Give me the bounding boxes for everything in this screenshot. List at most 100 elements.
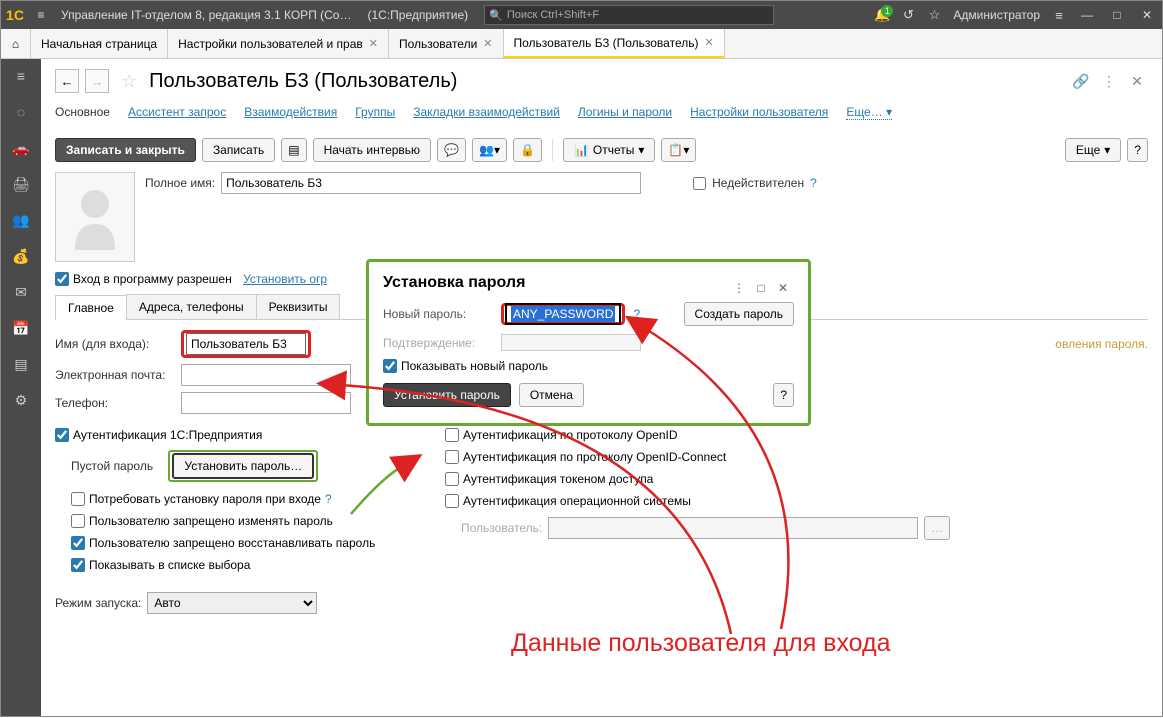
nav-interactions[interactable]: Взаимодействия [244, 105, 337, 120]
save-button[interactable]: Записать [202, 138, 275, 162]
launch-mode-select[interactable]: Авто [147, 592, 317, 614]
os-auth-checkbox[interactable] [445, 494, 459, 508]
card-icon-button[interactable]: ▤ [281, 138, 306, 162]
favorites-icon[interactable]: ☆ [921, 7, 947, 23]
cancel-button[interactable]: Отмена [519, 383, 584, 407]
dialog-help-button[interactable]: ? [773, 383, 794, 407]
app-logo: 1C [1, 7, 29, 23]
nav-main[interactable]: Основное [55, 105, 110, 120]
dialog-close-icon[interactable]: ✕ [772, 281, 794, 295]
nav-back-button[interactable]: ← [55, 69, 79, 93]
product-name: (1С:Предприятие) [359, 8, 476, 22]
settings-icon[interactable]: ≡ [1046, 8, 1072, 23]
show-pw-checkbox[interactable] [383, 359, 397, 373]
sidebar-menu-icon[interactable]: ≡ [10, 65, 32, 87]
sidebar-print-icon[interactable]: 🖨 [10, 173, 32, 195]
subtab-requisites[interactable]: Реквизиты [256, 294, 341, 319]
dialog-maximize-icon[interactable]: □ [750, 281, 772, 295]
sidebar-calendar-icon[interactable]: 📅 [10, 317, 32, 339]
nav-logins[interactable]: Логины и пароли [578, 105, 672, 120]
window-close[interactable]: ✕ [1132, 8, 1162, 22]
link-icon[interactable]: 🔗 [1070, 73, 1092, 90]
create-password-button[interactable]: Создать пароль [684, 302, 794, 326]
os-auth-label: Аутентификация операционной системы [463, 494, 691, 508]
login-input[interactable] [186, 333, 306, 355]
team-icon-button[interactable]: 👥▾ [472, 138, 507, 162]
close-icon[interactable]: ✕ [483, 37, 492, 50]
inactive-help-icon[interactable]: ? [810, 176, 817, 190]
tab-user-b3[interactable]: Пользователь Б3 (Пользователь)✕ [504, 29, 725, 58]
notifications-icon[interactable]: 🔔1 [869, 7, 895, 23]
inactive-checkbox[interactable] [693, 177, 706, 190]
new-password-input[interactable]: ANY_PASSWORD [505, 303, 621, 325]
openid-connect-checkbox[interactable] [445, 450, 459, 464]
lock-icon-button[interactable]: 🔒 [513, 138, 542, 162]
nav-assistant[interactable]: Ассистент запрос [128, 105, 226, 120]
forbid-change-label: Пользователю запрещено изменять пароль [89, 514, 333, 528]
annotation-text: Данные пользователя для входа [511, 629, 891, 658]
search-icon: 🔍 [489, 9, 503, 22]
home-tab-icon[interactable]: ⌂ [1, 29, 31, 58]
user-label[interactable]: Администратор [947, 8, 1046, 22]
window-maximize[interactable]: □ [1102, 8, 1132, 22]
start-interview-button[interactable]: Начать интервью [313, 138, 432, 162]
sidebar-gear-icon[interactable]: ⚙ [10, 389, 32, 411]
nav-more[interactable]: Еще… ▾ [846, 105, 892, 120]
more-icon[interactable]: ⋮ [1098, 73, 1120, 90]
token-auth-checkbox[interactable] [445, 472, 459, 486]
forbid-restore-checkbox[interactable] [71, 536, 85, 550]
sidebar-mail-icon[interactable]: ✉ [10, 281, 32, 303]
page-header: ← → ☆ Пользователь Б3 (Пользователь) 🔗 ⋮… [55, 69, 1148, 93]
close-icon[interactable]: ✕ [369, 37, 378, 50]
sidebar-group-icon[interactable]: 👥 [10, 209, 32, 231]
sidebar-vehicle-icon[interactable]: 🚗 [10, 137, 32, 159]
nav-user-settings[interactable]: Настройки пользователя [690, 105, 828, 120]
subtab-main[interactable]: Главное [55, 295, 127, 320]
allow-login-checkbox[interactable] [55, 272, 69, 286]
save-close-button[interactable]: Записать и закрыть [55, 138, 196, 162]
sidebar-money-icon[interactable]: 💰 [10, 245, 32, 267]
forbid-restore-label: Пользователю запрещено восстанавливать п… [89, 536, 375, 550]
auth-1c-checkbox[interactable] [55, 428, 69, 442]
chat-icon-button[interactable]: 💬 [437, 138, 466, 162]
help-button[interactable]: ? [1127, 138, 1148, 162]
close-page-icon[interactable]: ✕ [1126, 73, 1148, 90]
tab-start[interactable]: Начальная страница [31, 29, 168, 58]
close-icon[interactable]: ✕ [704, 36, 713, 49]
set-restrictions-link[interactable]: Установить огр [243, 272, 327, 286]
nav-forward-button[interactable]: → [85, 69, 109, 93]
tab-users[interactable]: Пользователи✕ [389, 29, 504, 58]
openid-checkbox[interactable] [445, 428, 459, 442]
nav-groups[interactable]: Группы [355, 105, 395, 120]
empty-pw-label: Пустой пароль [71, 459, 153, 473]
set-password-button[interactable]: Установить пароль… [172, 453, 314, 479]
show-in-list-checkbox[interactable] [71, 558, 85, 572]
dialog-more-icon[interactable]: ⋮ [728, 281, 750, 295]
sidebar-dashboard-icon[interactable]: ◌ [10, 101, 32, 123]
pw-help-icon[interactable]: ? [633, 307, 640, 321]
report-icon-button[interactable]: 📋▾ [661, 138, 696, 162]
avatar[interactable] [55, 172, 135, 262]
favorite-star-icon[interactable]: ☆ [121, 71, 137, 92]
main-menu-icon[interactable]: ≡ [29, 8, 53, 22]
forbid-change-checkbox[interactable] [71, 514, 85, 528]
sidebar-copy-icon[interactable]: ▤ [10, 353, 32, 375]
auth-1c-label: Аутентификация 1С:Предприятия [73, 428, 262, 442]
search-placeholder: Поиск Ctrl+Shift+F [507, 9, 599, 21]
login-highlight [181, 330, 311, 358]
require-pw-checkbox[interactable] [71, 492, 85, 506]
email-input[interactable] [181, 364, 351, 386]
history-icon[interactable]: ↺ [895, 7, 921, 23]
require-pw-help-icon[interactable]: ? [325, 492, 332, 506]
nav-bookmarks[interactable]: Закладки взаимодействий [413, 105, 560, 120]
tab-user-settings[interactable]: Настройки пользователей и прав✕ [168, 29, 389, 58]
global-search-input[interactable]: 🔍 Поиск Ctrl+Shift+F [484, 5, 774, 25]
window-minimize[interactable]: — [1072, 8, 1102, 22]
more-button[interactable]: Еще ▾ [1065, 138, 1121, 162]
fullname-input[interactable] [221, 172, 641, 194]
section-nav: Основное Ассистент запрос Взаимодействия… [55, 101, 1148, 124]
phone-input[interactable] [181, 392, 351, 414]
subtab-addresses[interactable]: Адреса, телефоны [126, 294, 257, 319]
set-password-confirm-button[interactable]: Установить пароль [383, 383, 511, 407]
reports-button[interactable]: 📊 Отчеты ▾ [563, 138, 655, 162]
